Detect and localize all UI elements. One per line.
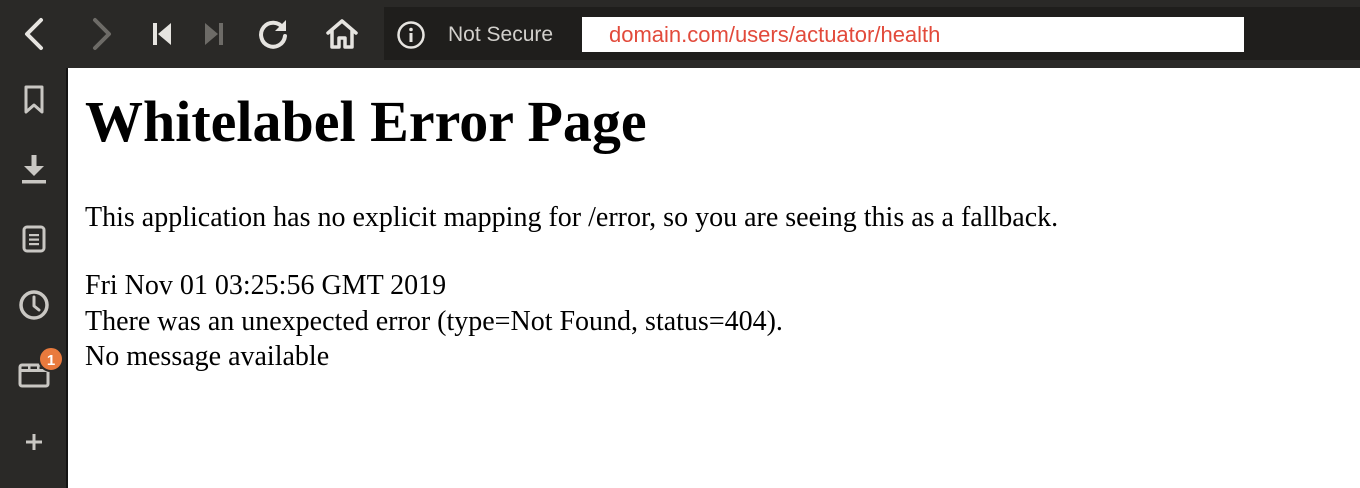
sidebar-item-history[interactable]: [9, 280, 59, 330]
rewind-button[interactable]: [137, 9, 187, 59]
chevron-left-icon: [25, 18, 43, 50]
forward-button[interactable]: [77, 9, 127, 59]
sidebar-item-downloads[interactable]: [9, 144, 59, 194]
error-explanation: This application has no explicit mapping…: [85, 202, 1059, 233]
download-icon: [22, 155, 46, 184]
chevron-right-icon: [93, 18, 111, 50]
home-icon: [326, 19, 358, 49]
reload-button[interactable]: [248, 9, 298, 59]
sidebar-item-notes[interactable]: [9, 214, 59, 264]
page-title: Whitelabel Error Page: [85, 89, 647, 154]
back-button[interactable]: [9, 9, 59, 59]
notification-badge: 1: [38, 346, 64, 372]
error-message: No message available: [85, 341, 330, 372]
skip-back-icon: [153, 23, 171, 45]
reload-icon: [259, 20, 287, 49]
plus-icon: [26, 434, 42, 450]
sidebar-panel: [0, 68, 66, 488]
skip-forward-icon: [205, 23, 223, 45]
security-status-label[interactable]: Not Secure: [448, 21, 553, 49]
bookmark-icon: [24, 85, 44, 114]
fastforward-button[interactable]: [189, 9, 239, 59]
notes-icon: [22, 225, 46, 253]
page-content: Whitelabel Error Page This application h…: [68, 68, 1360, 488]
url-input[interactable]: [582, 17, 1244, 52]
sidebar-item-add-panel[interactable]: [9, 417, 59, 467]
error-detail: There was an unexpected error (type=Not …: [85, 306, 783, 337]
info-icon[interactable]: [396, 20, 426, 50]
home-button[interactable]: [317, 9, 367, 59]
history-icon: [19, 290, 49, 320]
error-timestamp: Fri Nov 01 03:25:56 GMT 2019: [85, 270, 447, 301]
browser-toolbar: Not Secure: [0, 0, 1360, 68]
sidebar-item-bookmarks[interactable]: [9, 75, 59, 125]
